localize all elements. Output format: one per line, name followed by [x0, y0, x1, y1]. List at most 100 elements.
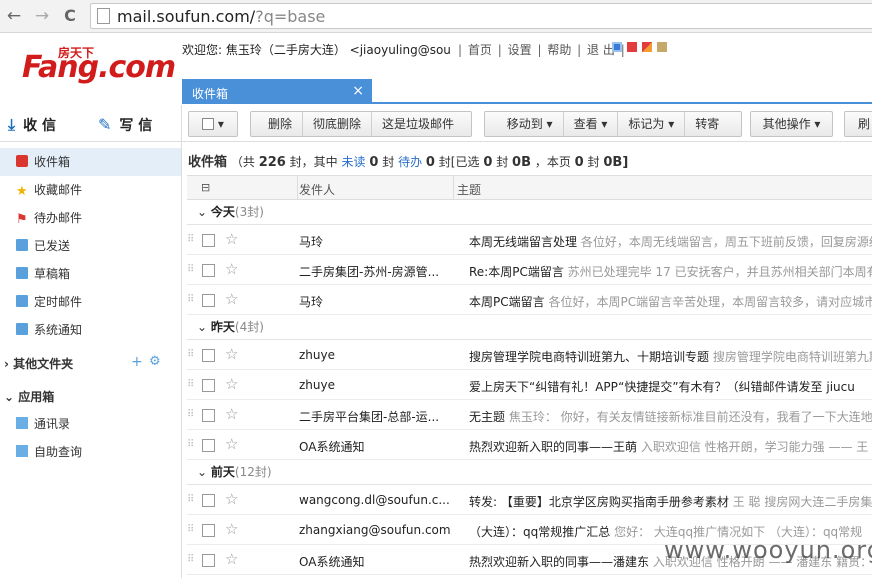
column-subject[interactable]: 主题	[457, 181, 481, 198]
sidebar-item-drafts[interactable]: 草稿箱	[0, 260, 181, 288]
spam-button[interactable]: 这是垃圾邮件	[372, 112, 464, 136]
edit-icon: ✎	[98, 115, 112, 134]
theme-red-icon[interactable]	[627, 42, 637, 52]
row-checkbox[interactable]	[202, 439, 215, 452]
page-icon	[97, 8, 110, 24]
row-checkbox[interactable]	[202, 524, 215, 537]
star-icon[interactable]: ☆	[225, 345, 238, 363]
theme-gold-icon[interactable]	[657, 42, 667, 52]
chevron-down-icon: ⌄	[197, 465, 208, 479]
star-icon[interactable]: ☆	[225, 490, 238, 508]
fang-logo[interactable]: 房天下 Fang.com	[22, 44, 176, 94]
star-icon[interactable]: ☆	[225, 405, 238, 423]
top-links: | 首页 | 设置 | 帮助 | 退 出 |	[458, 43, 625, 57]
sidebar: 收件箱 ★ 收藏邮件 ⚑ 待办邮件 已发送 草稿箱 定时邮件 系统通知 › 其他文件…	[0, 142, 182, 578]
table-row[interactable]: ⠿ ☆ zhuye 搜房管理学院电商特训班第九、十期培训专题 搜房管理学院电商特训班第…	[187, 340, 872, 370]
tab-strip: 收件箱 ×	[182, 79, 872, 104]
table-row[interactable]: ⠿ ☆ wangcong.dl@soufun.c... 转发: 【重要】北京学区房购买…	[187, 485, 872, 515]
row-checkbox[interactable]	[202, 349, 215, 362]
delete-button[interactable]: 删除	[258, 112, 303, 136]
star-icon[interactable]: ☆	[225, 520, 238, 538]
flag-icon: ⚑	[16, 212, 28, 227]
table-row[interactable]: ⠿ ☆ 二手房集团-苏州-房源管... Re:本周PC端留言 苏州已处理完毕 17 已…	[187, 255, 872, 285]
mark-as-button[interactable]: 标记为 ▾	[618, 112, 686, 136]
chevron-down-icon: ⌄	[197, 205, 208, 219]
receive-button[interactable]: ⤓ 收 信	[8, 115, 56, 135]
mail-toolbar: ▾ 删除 彻底删除 这是垃圾邮件 移动到 ▾ 查看 ▾ 标记为 ▾ 转寄 其他操作 ▾ 刷	[182, 105, 872, 142]
other-folders-header[interactable]: › 其他文件夹	[4, 355, 73, 372]
help-link[interactable]: 帮助	[547, 43, 571, 57]
gear-icon[interactable]: ⚙	[149, 354, 161, 369]
star-icon: ★	[16, 184, 28, 199]
theme-orange-icon[interactable]	[642, 42, 652, 52]
sidebar-item-sent[interactable]: 已发送	[0, 232, 181, 260]
settings-link[interactable]: 设置	[508, 43, 532, 57]
chevron-down-icon: ⌄	[197, 320, 208, 334]
star-icon[interactable]: ☆	[225, 260, 238, 278]
star-icon[interactable]: ☆	[225, 290, 238, 308]
todo-link[interactable]: 待办	[398, 155, 422, 169]
action-group: 移动到 ▾ 查看 ▾ 标记为 ▾ 转寄	[484, 111, 742, 137]
inbox-icon	[16, 155, 28, 167]
folder-icon	[16, 267, 28, 279]
star-icon[interactable]: ☆	[225, 375, 238, 393]
back-icon[interactable]: ←	[4, 6, 24, 26]
row-checkbox[interactable]	[202, 494, 215, 507]
column-sender[interactable]: 发件人	[299, 181, 335, 198]
sidebar-item-system[interactable]: 系统通知	[0, 316, 181, 344]
star-icon[interactable]: ☆	[225, 230, 238, 248]
row-checkbox[interactable]	[202, 264, 215, 277]
welcome-text: 欢迎您: 焦玉玲（二手房大连） <jiaoyuling@sou	[182, 43, 451, 57]
download-icon: ⤓	[8, 115, 16, 134]
row-checkbox[interactable]	[202, 294, 215, 307]
forward-button[interactable]: 转寄	[685, 112, 729, 136]
forward-icon[interactable]: →	[32, 6, 52, 26]
add-folder-icon[interactable]: +	[131, 354, 143, 370]
row-checkbox[interactable]	[202, 409, 215, 422]
row-checkbox[interactable]	[202, 234, 215, 247]
table-row[interactable]: ⠿ ☆ 马玲 本周无线端留言处理 各位好，本周无线端留言，周五下班前反馈，回复房源细	[187, 225, 872, 255]
more-actions-button[interactable]: 其他操作 ▾	[750, 111, 833, 137]
refresh-button[interactable]: 刷	[844, 111, 872, 137]
folder-icon	[16, 295, 28, 307]
table-row[interactable]: ⠿ ☆ zhuye 爱上房天下“纠错有礼！APP“快捷提交”有木有？（纠错邮件请发至 …	[187, 370, 872, 400]
group-yesterday[interactable]: ⌄ 昨天(4封)	[187, 315, 872, 340]
url-text: mail.soufun.com/?q=base	[117, 7, 326, 26]
purge-button[interactable]: 彻底删除	[303, 112, 372, 136]
reload-icon[interactable]: C	[60, 6, 80, 26]
sidebar-item-contacts[interactable]: 通讯录	[0, 410, 181, 438]
sidebar-item-self-query[interactable]: 自助查询	[0, 438, 181, 466]
logout-link[interactable]: 退 出	[587, 43, 615, 57]
star-icon[interactable]: ☆	[225, 550, 238, 568]
sidebar-item-inbox[interactable]: 收件箱	[0, 148, 181, 176]
compose-bar: ⤓ 收 信 ✎ 写 信	[0, 105, 182, 142]
sidebar-item-todo[interactable]: ⚑ 待办邮件	[0, 204, 181, 232]
sidebar-item-scheduled[interactable]: 定时邮件	[0, 288, 181, 316]
theme-blue-icon[interactable]	[612, 42, 622, 52]
close-icon[interactable]: ×	[352, 83, 364, 99]
row-checkbox[interactable]	[202, 554, 215, 567]
write-button[interactable]: ✎ 写 信	[98, 115, 152, 135]
list-header: ⊟ 发件人 主题	[187, 175, 872, 200]
apps-header[interactable]: ⌄ 应用箱	[4, 388, 54, 405]
table-row[interactable]: ⠿ ☆ 二手房平台集团-总部-运... 无主题 焦玉玲： 你好，有关友情链接新标准目前…	[187, 400, 872, 430]
row-checkbox[interactable]	[202, 379, 215, 392]
home-link[interactable]: 首页	[468, 43, 492, 57]
group-today[interactable]: ⌄ 今天(3封)	[187, 200, 872, 225]
move-to-button[interactable]: 移动到 ▾	[497, 112, 564, 136]
folder-icon	[16, 323, 28, 335]
view-button[interactable]: 查看 ▾	[564, 112, 619, 136]
table-row[interactable]: ⠿ ☆ 马玲 本周PC端留言 各位好，本周PC端留言辛苦处理，本周留言较多，请对应城市	[187, 285, 872, 315]
sidebar-item-starred[interactable]: ★ 收藏邮件	[0, 176, 181, 204]
checkbox-icon	[202, 118, 215, 130]
sort-icon[interactable]: ⊟	[201, 181, 210, 194]
group-day-before[interactable]: ⌄ 前天(12封)	[187, 460, 872, 485]
folder-icon	[16, 239, 28, 251]
star-icon[interactable]: ☆	[225, 435, 238, 453]
select-all-dropdown[interactable]: ▾	[188, 111, 238, 137]
unread-link[interactable]: 未读	[342, 155, 366, 169]
table-row[interactable]: ⠿ ☆ OA系统通知 热烈欢迎新入职的同事——王萌 入职欢迎信 性格开朗，学习能力强 …	[187, 430, 872, 460]
chevron-down-icon: ▾	[217, 117, 224, 131]
address-bar[interactable]: mail.soufun.com/?q=base	[90, 3, 872, 29]
tab-inbox[interactable]: 收件箱 ×	[182, 79, 372, 104]
